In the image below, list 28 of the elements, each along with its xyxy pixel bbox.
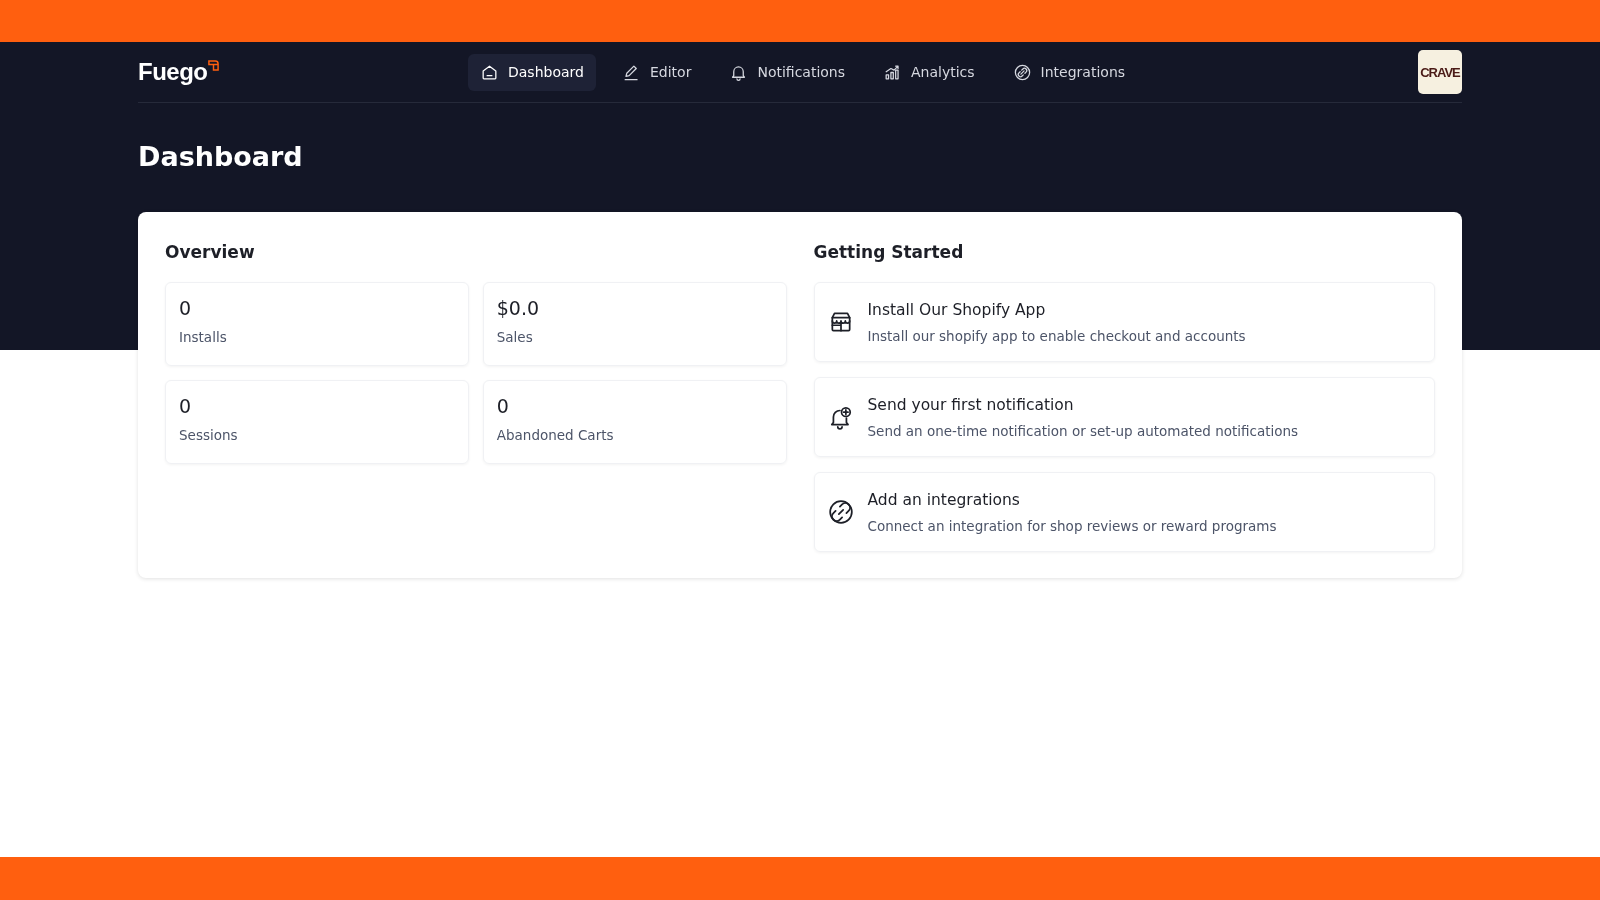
logo-mark-icon — [207, 60, 219, 71]
stat-value: 0 — [496, 395, 510, 417]
step-title: Install Our Shopify App — [867, 300, 1047, 319]
step-description: Install our shopify app to enable checkout and accounts — [867, 327, 1246, 344]
page-title: Dashboard — [138, 141, 304, 172]
nav-tab[interactable]: Dashboard — [468, 53, 596, 91]
brand-logo[interactable]: Fuego — [138, 58, 208, 86]
stat-value: $0.0 — [496, 297, 541, 319]
stat-label: Abandoned Carts — [496, 427, 615, 443]
stat-value: 0 — [179, 297, 193, 319]
nav-tab[interactable]: Analytics — [871, 53, 987, 91]
stat-label: Sales — [496, 329, 534, 345]
stat-label: Installs — [179, 329, 228, 345]
nav-tab[interactable]: Editor — [609, 53, 704, 91]
step-card[interactable]: Send your first notification Send an one-time notification or set-up automated notifications — [813, 377, 1435, 457]
nav-tab[interactable]: Integrations — [1000, 53, 1138, 91]
step-title: Add an integrations — [867, 490, 1021, 509]
account-logo[interactable]: CRAVE — [1418, 50, 1462, 94]
step-card[interactable]: Add an integrations Connect an integration for shop reviews or reward programs — [813, 472, 1435, 552]
step-description: Connect an integration for shop reviews or reward programs — [867, 517, 1277, 534]
nav-tab[interactable]: Notifications — [717, 53, 858, 91]
stat-label: Sessions — [179, 427, 239, 443]
step-title: Send your first notification — [867, 395, 1075, 414]
section-title: Overview — [165, 242, 256, 262]
step-card[interactable]: Install Our Shopify App Install our shopify app to enable checkout and accounts — [813, 282, 1435, 362]
stat-value: 0 — [179, 395, 193, 417]
step-description: Send an one-time notification or set-up automated notifications — [867, 422, 1299, 439]
section-title: Getting Started — [813, 242, 965, 262]
